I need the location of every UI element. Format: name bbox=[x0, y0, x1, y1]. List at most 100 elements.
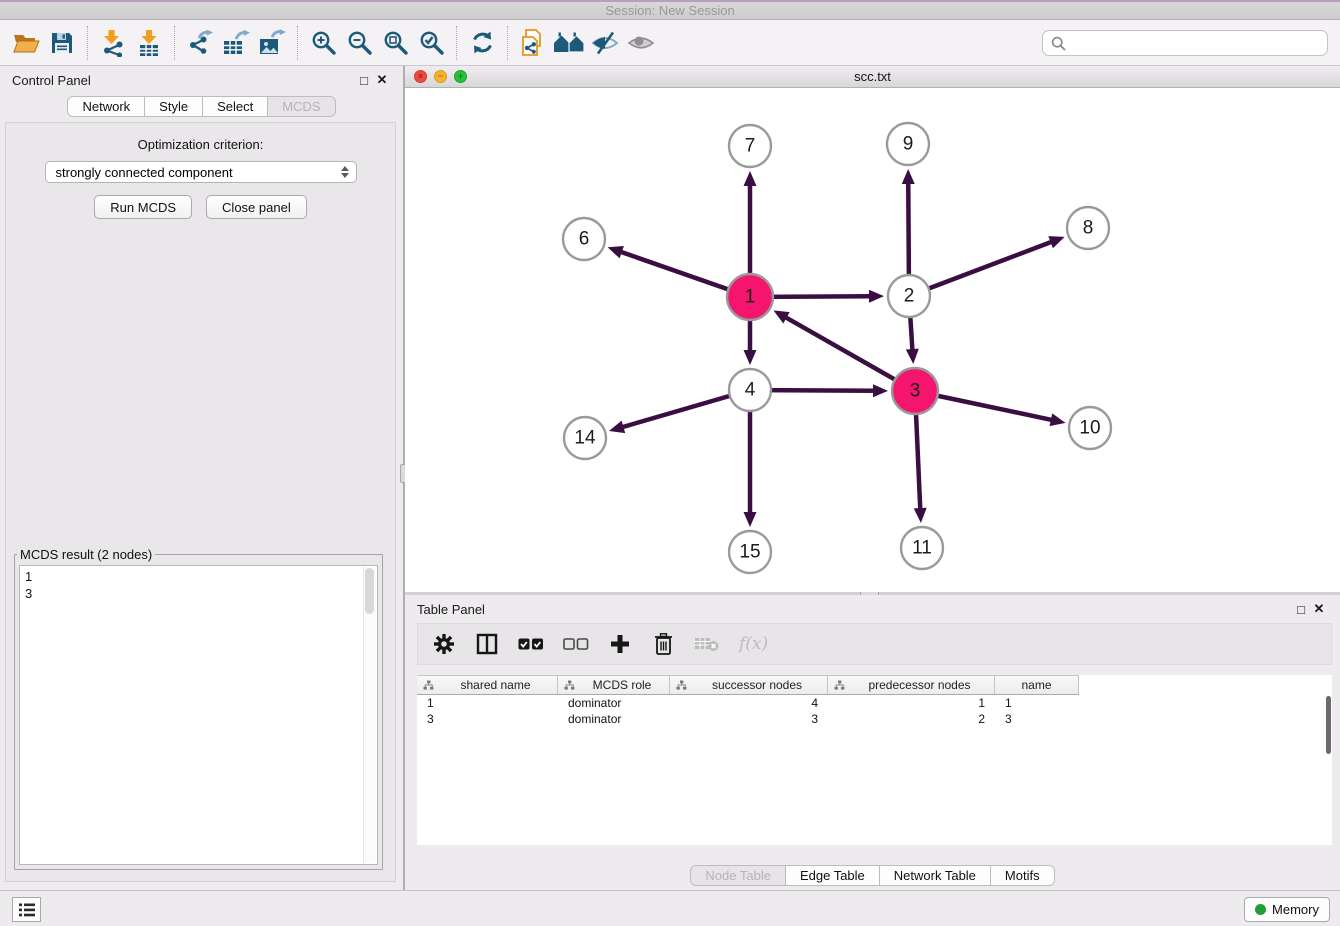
memory-button[interactable]: Memory bbox=[1244, 897, 1330, 922]
node-table: shared nameMCDS rolesuccessor nodesprede… bbox=[417, 675, 1332, 845]
table-scrollbar[interactable] bbox=[1326, 696, 1331, 754]
table-cell[interactable]: 2 bbox=[828, 711, 995, 727]
fx-label: f(x) bbox=[739, 634, 768, 654]
graph-edge-3-1[interactable] bbox=[773, 310, 915, 391]
search-input[interactable] bbox=[1072, 35, 1319, 52]
column-label: shared name bbox=[434, 678, 557, 692]
network-canvas[interactable]: 7 9 6 8 1 2 4 3 14 10 15 11 bbox=[405, 88, 1340, 592]
table-cell[interactable]: dominator bbox=[558, 695, 670, 711]
apply-layout-icon[interactable] bbox=[464, 25, 500, 61]
hide-selection-icon[interactable] bbox=[587, 25, 623, 61]
close-window-icon[interactable] bbox=[414, 70, 427, 83]
svg-text:8: 8 bbox=[1083, 218, 1094, 239]
network-view-window: scc.txt 7968124314101511 bbox=[405, 66, 1340, 592]
column-header-name[interactable]: name bbox=[995, 675, 1079, 695]
graph-node-6[interactable]: 6 bbox=[563, 218, 605, 260]
table-panel-header: Table Panel bbox=[405, 595, 1340, 623]
graph-node-3[interactable]: 3 bbox=[892, 368, 938, 414]
float-panel-icon[interactable] bbox=[1292, 602, 1310, 617]
task-history-button[interactable] bbox=[12, 897, 41, 922]
svg-text:1: 1 bbox=[745, 287, 756, 308]
graph-node-9[interactable]: 9 bbox=[887, 123, 929, 165]
status-bar: Memory bbox=[0, 890, 1340, 926]
save-session-icon[interactable] bbox=[44, 25, 80, 61]
table-cell[interactable]: dominator bbox=[558, 711, 670, 727]
zoom-in-icon[interactable] bbox=[305, 25, 341, 61]
show-all-icon[interactable] bbox=[623, 25, 659, 61]
search-icon bbox=[1051, 36, 1066, 51]
close-panel-icon[interactable] bbox=[373, 72, 391, 88]
table-cell[interactable]: 3 bbox=[995, 711, 1079, 727]
window-titlebar: Session: New Session bbox=[0, 0, 1340, 20]
tab-mcds[interactable]: MCDS bbox=[267, 96, 335, 117]
table-row: 1dominator411 bbox=[417, 695, 1332, 711]
table-panel-title: Table Panel bbox=[417, 602, 485, 617]
column-header-mcds-role[interactable]: MCDS role bbox=[558, 675, 670, 695]
graph-node-8[interactable]: 8 bbox=[1067, 207, 1109, 249]
result-scrollbar[interactable] bbox=[363, 567, 376, 863]
tab-network-table[interactable]: Network Table bbox=[879, 865, 991, 886]
graph-node-11[interactable]: 11 bbox=[901, 527, 943, 569]
mcds-result-text: 1 3 bbox=[20, 566, 377, 604]
zoom-out-icon[interactable] bbox=[341, 25, 377, 61]
first-neighbors-icon[interactable] bbox=[551, 25, 587, 61]
graph-node-15[interactable]: 15 bbox=[729, 531, 771, 573]
main-toolbar bbox=[0, 20, 1340, 66]
tab-edge-table[interactable]: Edge Table bbox=[785, 865, 880, 886]
minimize-window-icon[interactable] bbox=[434, 70, 447, 83]
table-cell[interactable]: 3 bbox=[417, 711, 558, 727]
export-image-icon[interactable] bbox=[254, 25, 290, 61]
graph-node-10[interactable]: 10 bbox=[1069, 407, 1111, 449]
import-network-icon[interactable] bbox=[95, 25, 131, 61]
graph-node-2[interactable]: 2 bbox=[888, 275, 930, 317]
maximize-window-icon[interactable] bbox=[454, 70, 467, 83]
export-network-icon[interactable] bbox=[182, 25, 218, 61]
table-cell[interactable]: 1 bbox=[828, 695, 995, 711]
export-table-icon[interactable] bbox=[218, 25, 254, 61]
table-settings-icon[interactable] bbox=[432, 630, 456, 658]
show-columns-icon[interactable] bbox=[475, 630, 499, 658]
svg-text:4: 4 bbox=[745, 380, 756, 401]
criterion-dropdown[interactable]: strongly connected component bbox=[45, 161, 357, 183]
network-graph: 7 9 6 8 1 2 4 3 14 10 15 11 bbox=[405, 88, 1340, 592]
zoom-selected-icon[interactable] bbox=[413, 25, 449, 61]
tab-style[interactable]: Style bbox=[144, 96, 203, 117]
tab-node-table[interactable]: Node Table bbox=[690, 865, 786, 886]
open-session-icon[interactable] bbox=[8, 25, 44, 61]
graph-edge-2-8[interactable] bbox=[909, 236, 1065, 296]
run-mcds-button[interactable]: Run MCDS bbox=[94, 195, 192, 219]
import-table-icon[interactable] bbox=[131, 25, 167, 61]
toolbar-separator bbox=[456, 26, 457, 60]
close-panel-icon[interactable] bbox=[1310, 601, 1328, 617]
optimization-criterion-label: Optimization criterion: bbox=[138, 137, 264, 152]
new-network-from-selection-icon[interactable] bbox=[515, 25, 551, 61]
column-header-predecessor-nodes[interactable]: predecessor nodes bbox=[828, 675, 995, 695]
table-panel: Table Panel bbox=[405, 595, 1340, 890]
add-column-icon[interactable] bbox=[608, 630, 632, 658]
tab-network[interactable]: Network bbox=[67, 96, 145, 117]
select-all-icon[interactable] bbox=[518, 630, 544, 658]
close-panel-button[interactable]: Close panel bbox=[206, 195, 307, 219]
criterion-value: strongly connected component bbox=[56, 165, 233, 180]
table-cell[interactable]: 1 bbox=[995, 695, 1079, 711]
graph-node-4[interactable]: 4 bbox=[729, 369, 771, 411]
delete-column-icon[interactable] bbox=[651, 630, 675, 658]
column-header-successor-nodes[interactable]: successor nodes bbox=[670, 675, 828, 695]
zoom-fit-icon[interactable] bbox=[377, 25, 413, 61]
table-row: 3dominator323 bbox=[417, 711, 1332, 727]
tab-motifs[interactable]: Motifs bbox=[990, 865, 1055, 886]
search-box[interactable] bbox=[1042, 30, 1328, 56]
table-cell[interactable]: 1 bbox=[417, 695, 558, 711]
graph-node-14[interactable]: 14 bbox=[564, 417, 606, 459]
deselect-all-icon[interactable] bbox=[563, 630, 589, 658]
column-header-shared-name[interactable]: shared name bbox=[417, 675, 558, 695]
control-panel-tabs: NetworkStyleSelectMCDS bbox=[0, 96, 403, 117]
dropdown-stepper-icon bbox=[341, 166, 349, 178]
table-cell[interactable]: 3 bbox=[670, 711, 828, 727]
graph-node-7[interactable]: 7 bbox=[729, 125, 771, 167]
tab-select[interactable]: Select bbox=[202, 96, 268, 117]
graph-node-1[interactable]: 1 bbox=[727, 274, 773, 320]
float-panel-icon[interactable] bbox=[355, 73, 373, 88]
column-label: name bbox=[995, 678, 1078, 692]
table-cell[interactable]: 4 bbox=[670, 695, 828, 711]
